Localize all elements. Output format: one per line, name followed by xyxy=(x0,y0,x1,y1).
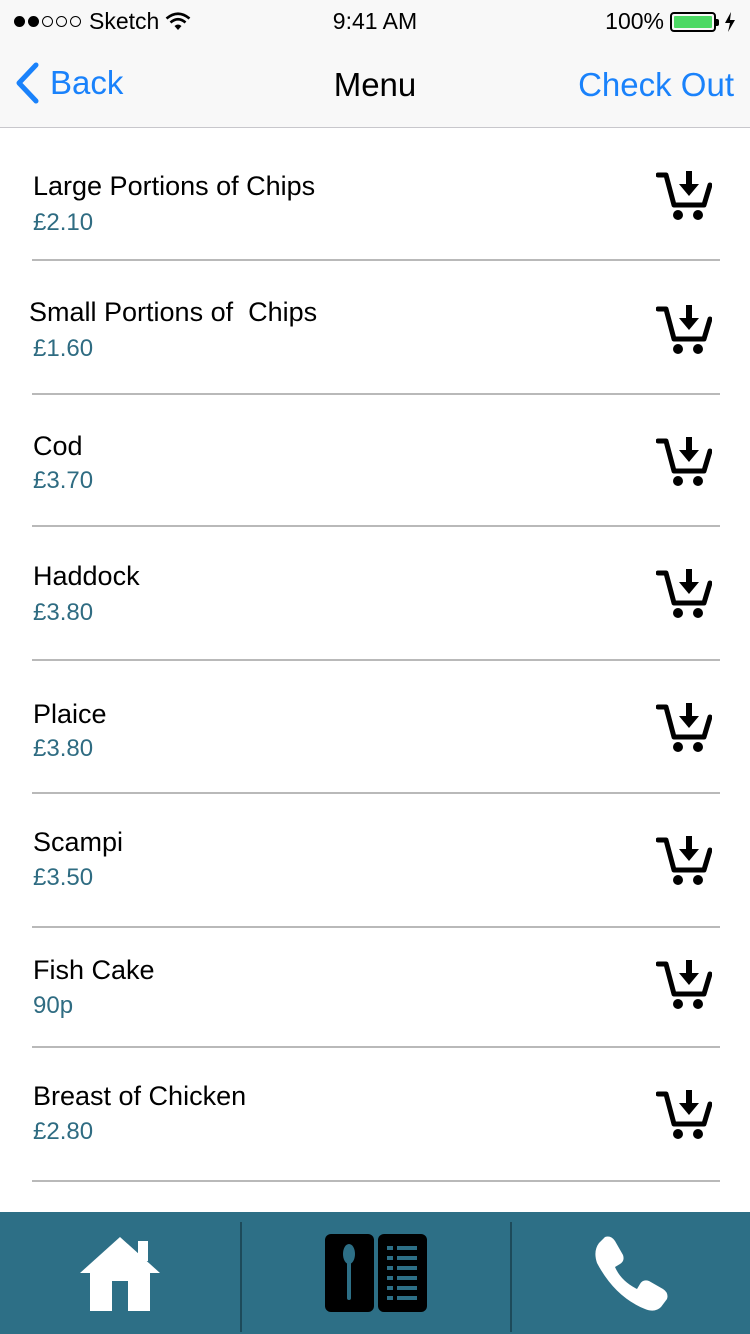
divider xyxy=(32,259,720,261)
item-price: £2.80 xyxy=(33,1118,94,1145)
item-name: Small Portions of Chips xyxy=(29,297,318,327)
item-name: Fish Cake xyxy=(33,955,155,985)
item-price: £1.60 xyxy=(33,335,94,362)
item-price: £3.50 xyxy=(33,864,94,891)
check-out-button[interactable]: Check Out xyxy=(578,66,734,104)
divider xyxy=(32,525,720,527)
divider xyxy=(32,792,720,794)
item-name: Large Portions of Chips xyxy=(33,171,316,201)
divider xyxy=(32,926,720,928)
divider xyxy=(32,393,720,395)
status-right: 100% xyxy=(605,8,736,35)
item-name: Scampi xyxy=(33,827,124,857)
item-name: Breast of Chicken xyxy=(33,1081,247,1111)
add-to-cart-icon[interactable] xyxy=(656,303,712,355)
item-price: 90p xyxy=(33,992,74,1019)
item-name: Haddock xyxy=(33,561,140,591)
battery-percent: 100% xyxy=(605,8,664,34)
item-price: £3.80 xyxy=(33,735,94,762)
add-to-cart-icon[interactable] xyxy=(656,701,712,753)
status-bar: Sketch 9:41 AM 100% xyxy=(0,0,750,40)
item-price: £3.70 xyxy=(33,467,94,494)
add-to-cart-icon[interactable] xyxy=(656,435,712,487)
navigation-bar: Back Menu Check Out xyxy=(0,40,750,128)
item-price: £3.80 xyxy=(33,599,94,626)
add-to-cart-icon[interactable] xyxy=(656,1088,712,1140)
tab-home[interactable] xyxy=(0,1212,240,1334)
phone-icon xyxy=(595,1236,668,1311)
add-to-cart-icon[interactable] xyxy=(656,169,712,221)
tab-phone[interactable] xyxy=(512,1212,750,1334)
tab-menu[interactable] xyxy=(242,1212,510,1334)
home-icon xyxy=(80,1237,160,1311)
tab-bar xyxy=(0,1212,750,1334)
item-name: Plaice xyxy=(33,699,107,729)
divider xyxy=(32,1046,720,1048)
menu-book-icon xyxy=(325,1234,427,1312)
item-name: Cod xyxy=(33,431,83,461)
add-to-cart-icon[interactable] xyxy=(656,958,712,1010)
item-price: £2.10 xyxy=(33,209,94,236)
divider xyxy=(32,659,720,661)
divider xyxy=(32,1180,720,1182)
charging-icon xyxy=(725,11,735,32)
battery-icon xyxy=(670,11,719,32)
add-to-cart-icon[interactable] xyxy=(656,567,712,619)
add-to-cart-icon[interactable] xyxy=(656,834,712,886)
